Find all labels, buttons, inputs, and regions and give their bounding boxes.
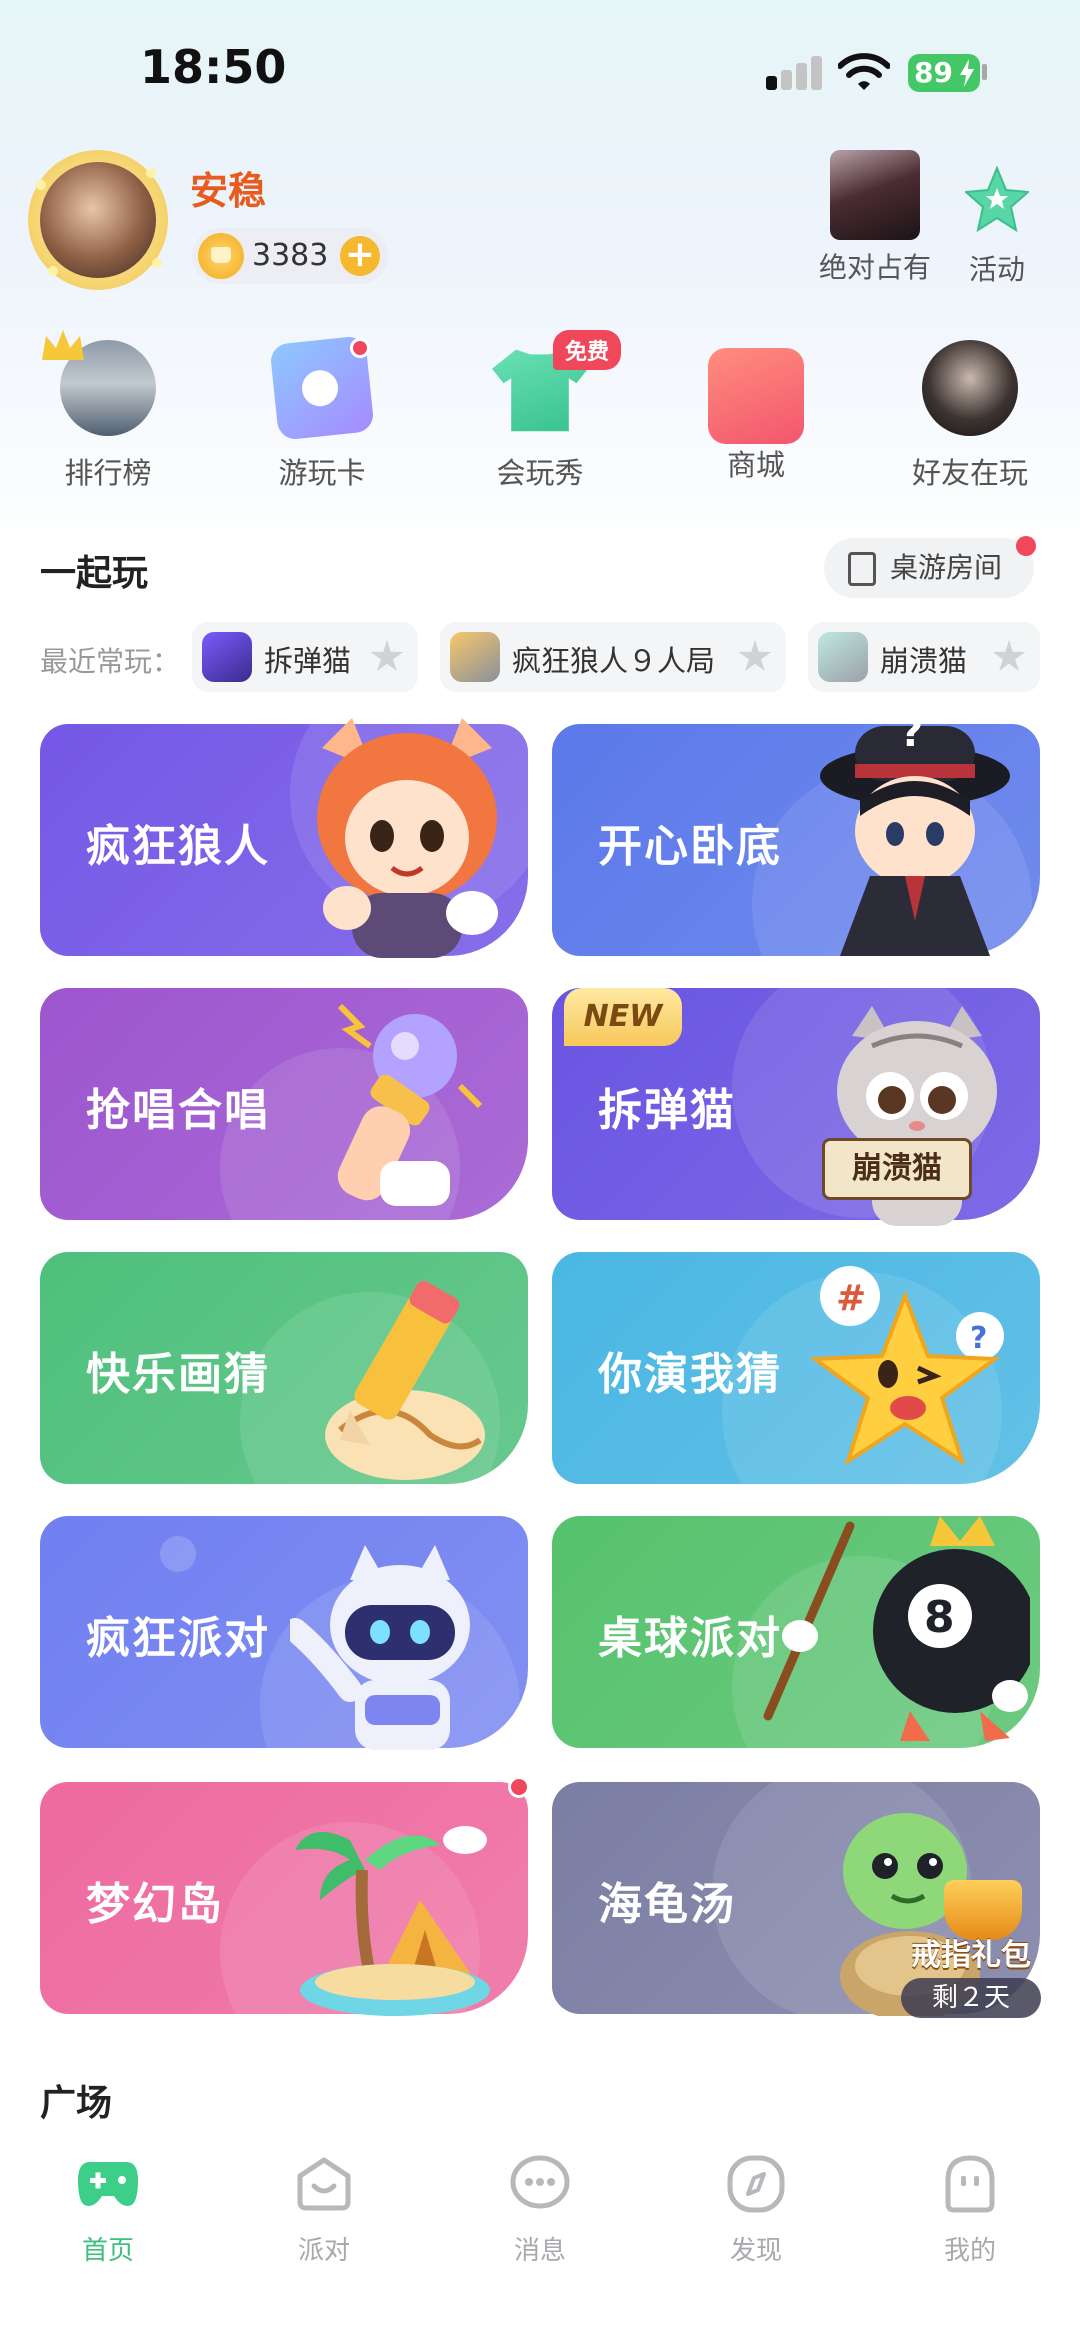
friend-avatar [922, 340, 1018, 436]
pencil-illustration [325, 1280, 485, 1480]
recent-game-name: 疯狂狼人９人局 [512, 644, 716, 678]
game-title: 拆弹猫 [598, 1085, 736, 1136]
profile-face-icon [945, 2155, 995, 2213]
status-time: 18:50 [140, 40, 287, 94]
recent-game-name: 拆弹猫 [264, 644, 352, 678]
gift-days-left: 剩２天 [901, 1978, 1041, 2018]
game-title: 桌球派对 [598, 1613, 782, 1664]
coin-icon [198, 233, 244, 279]
game-title: 你演我猜 [598, 1349, 782, 1400]
island-illustration [295, 1826, 490, 2016]
recent-label: 最近常玩： [40, 645, 181, 678]
shop-label: 商城 [726, 448, 785, 482]
gamepad-icon [78, 2162, 138, 2206]
crash-cat-icon [818, 632, 868, 682]
compass-icon [727, 2155, 785, 2213]
outfit-show-label: 会玩秀 [496, 456, 584, 490]
cellular-signal-icon [766, 56, 822, 90]
tab-home[interactable]: 首页 [38, 2154, 178, 2267]
party-house-icon [297, 2157, 351, 2211]
wifi-icon [838, 53, 890, 90]
avatar[interactable] [28, 150, 168, 290]
friends-playing-entry[interactable]: 好友在玩 [900, 340, 1040, 492]
absolute-possession-button[interactable]: 绝对占有 [810, 150, 940, 286]
svg-text:?: ? [970, 1321, 987, 1356]
svg-text:#: # [836, 1278, 866, 1319]
gift-title: 戒指礼包 [911, 1938, 1031, 1973]
tab-home-label: 首页 [81, 2236, 134, 2266]
tab-party[interactable]: 派对 [254, 2154, 394, 2267]
add-coins-button[interactable]: + [340, 236, 380, 276]
character-icon [830, 150, 920, 240]
shopping-bag-icon [708, 348, 804, 444]
play-together-title: 一起玩 [40, 553, 149, 594]
tab-discover[interactable]: 发现 [686, 2154, 826, 2267]
ring-gift-pack[interactable]: 戒指礼包 剩２天 [896, 1930, 1046, 2018]
game-title: 疯狂派对 [86, 1613, 270, 1664]
microphone-illustration [337, 1003, 483, 1206]
recent-game-chip[interactable]: 崩溃猫 [808, 622, 1040, 692]
werewolf-girl-illustration [317, 718, 498, 958]
status-bar: 18:50 89 [0, 0, 1080, 140]
notification-dot [350, 338, 370, 358]
tab-discover-label: 发现 [729, 2236, 782, 2266]
tab-messages[interactable]: 消息 [470, 2154, 610, 2267]
play-card-label: 游玩卡 [278, 456, 366, 490]
play-card-entry[interactable]: 游玩卡 [252, 335, 392, 492]
new-badge: NEW [564, 988, 682, 1046]
tab-messages-label: 消息 [513, 2236, 566, 2266]
ranking-label: 排行榜 [64, 456, 152, 490]
battery-cap [982, 64, 987, 80]
notification-dot [508, 1776, 530, 1798]
notification-dot [1016, 536, 1036, 556]
bomb-cat-icon [202, 632, 252, 682]
tab-profile-label: 我的 [943, 2236, 996, 2266]
ranking-entry[interactable]: 排行榜 [38, 330, 178, 492]
battery-icon: 89 [908, 54, 980, 92]
friends-playing-label: 好友在玩 [911, 456, 1028, 490]
recent-game-name: 崩溃猫 [880, 644, 968, 678]
game-title: 疯狂狼人 [86, 821, 270, 872]
game-title: 抢唱合唱 [86, 1085, 270, 1136]
svg-text:8: 8 [924, 1592, 955, 1643]
favorite-star-icon[interactable] [370, 640, 404, 671]
free-badge: 免费 [553, 330, 622, 370]
tab-party-label: 派对 [297, 2236, 350, 2266]
plaza-title: 广场 [40, 2083, 113, 2124]
billiard-ball-illustration: 8 [763, 1516, 1030, 1741]
tab-profile[interactable]: 我的 [900, 2154, 1040, 2267]
absolute-possession-label: 绝对占有 [818, 251, 931, 284]
detective-illustration: ? [820, 710, 1010, 956]
game-title: 海龟汤 [598, 1879, 736, 1930]
username[interactable]: 安稳 [190, 160, 266, 215]
crown-icon [42, 330, 84, 360]
favorite-star-icon[interactable] [738, 640, 772, 671]
board-game-room-label: 桌游房间 [890, 551, 1003, 584]
shop-entry[interactable]: 商城 [686, 340, 826, 484]
star-character-illustration: # ? [810, 1266, 1004, 1466]
bottom-nav: 首页 派对 消息 发现 我的 [0, 2130, 1080, 2341]
game-title: 开心卧底 [598, 821, 782, 872]
werewolf-icon [450, 632, 500, 682]
game-title: 梦幻岛 [86, 1879, 224, 1930]
board-game-room-button[interactable]: 桌游房间 [824, 538, 1034, 598]
crash-cat-sign: 崩溃猫 [822, 1138, 972, 1200]
astronaut-cat-illustration [290, 1545, 470, 1750]
door-icon [848, 552, 876, 586]
favorite-star-icon[interactable] [992, 640, 1026, 671]
activity-button[interactable]: 活动 [950, 150, 1044, 288]
star-badge-icon [963, 165, 1031, 233]
recent-game-chip[interactable]: 疯狂狼人９人局 [440, 622, 786, 692]
chat-bubble-icon [510, 2155, 570, 2209]
battery-level: 89 [914, 56, 953, 89]
svg-text:?: ? [900, 710, 923, 756]
recent-game-chip[interactable]: 拆弹猫 [192, 622, 418, 692]
activity-label: 活动 [968, 253, 1025, 286]
game-title: 快乐画猜 [86, 1349, 270, 1400]
coin-amount: 3383 [252, 238, 329, 273]
coin-balance[interactable]: 3383 + [192, 228, 388, 284]
